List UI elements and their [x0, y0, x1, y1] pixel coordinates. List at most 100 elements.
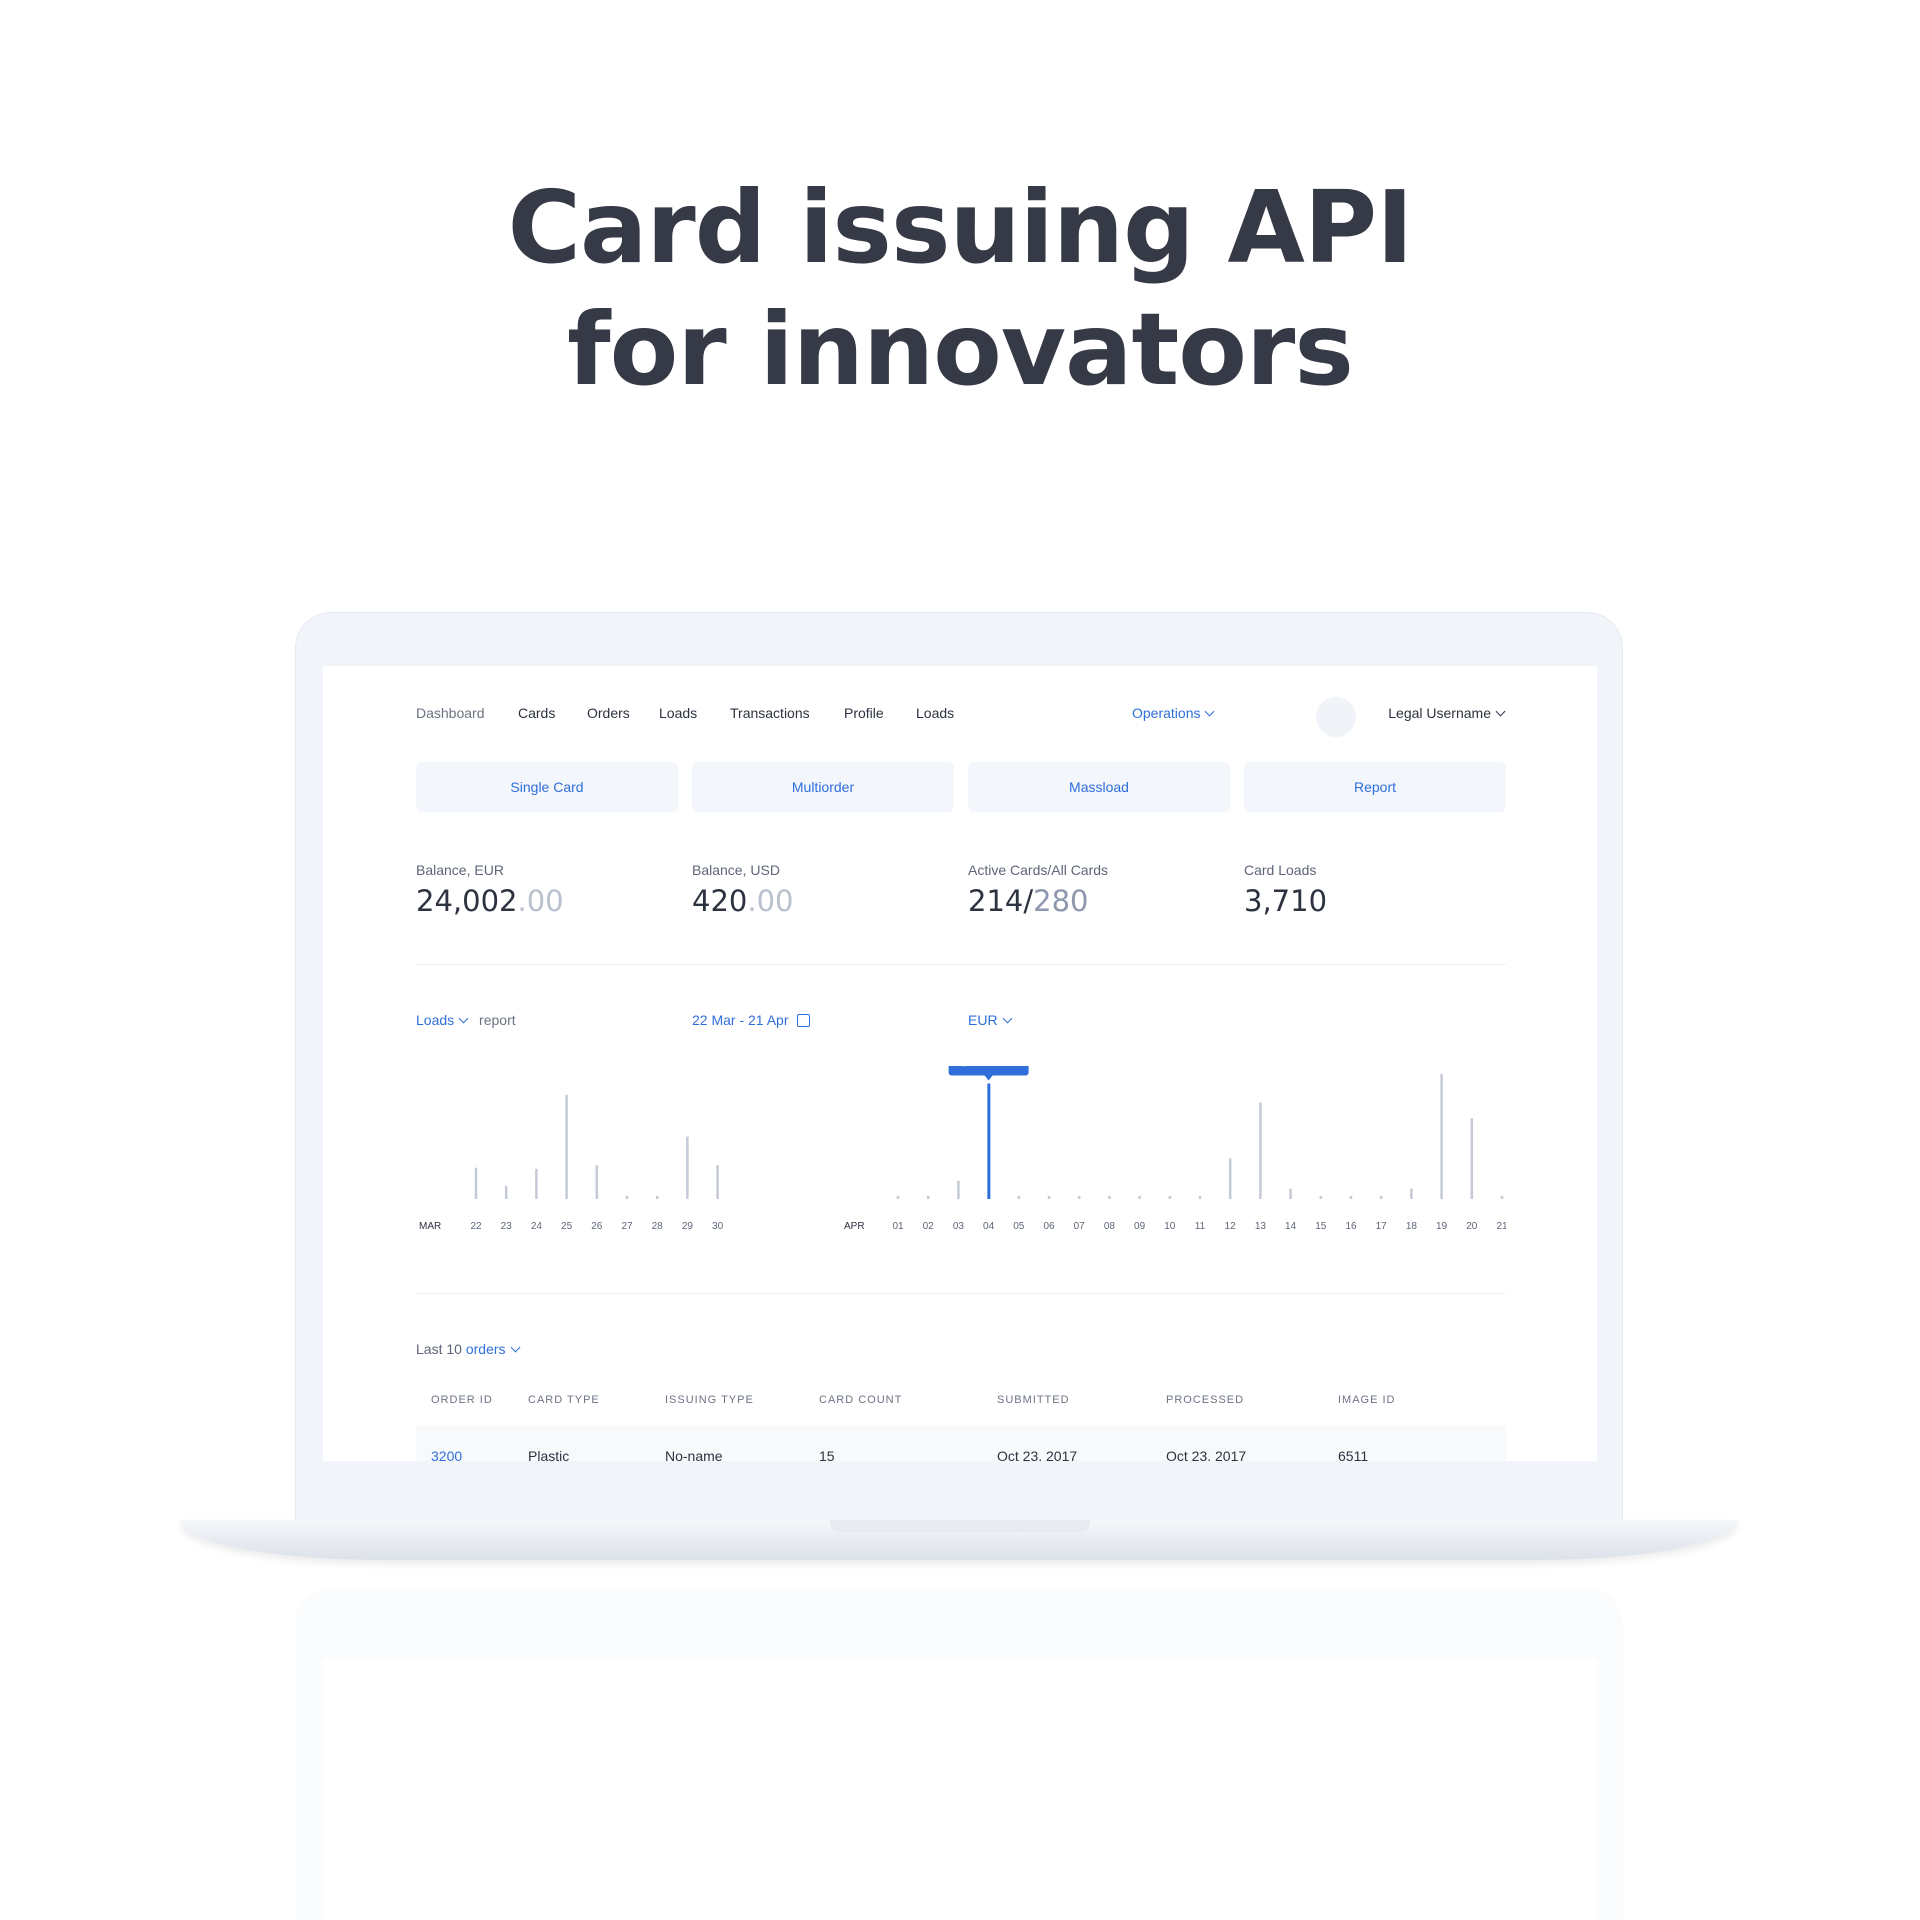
nav-loads[interactable]: Loads [659, 705, 697, 721]
chart-bar[interactable] [1410, 1188, 1413, 1199]
currency-label: EUR [968, 1012, 998, 1028]
chart-bar[interactable] [474, 1167, 478, 1199]
chart-bar[interactable] [1138, 1195, 1141, 1199]
operations-dropdown[interactable]: Operations [1132, 705, 1215, 721]
chart-bar[interactable] [1500, 1195, 1504, 1199]
tick-label: 09 [1134, 1221, 1146, 1232]
chart-bar[interactable] [1259, 1102, 1262, 1199]
chart-bar[interactable] [1047, 1195, 1051, 1199]
nav-transactions[interactable]: Transactions [730, 705, 810, 721]
stat-value: 214/280 [968, 884, 1089, 918]
tick-label: 19 [1436, 1221, 1448, 1232]
tick-label: 01 [892, 1221, 904, 1232]
operations-label: Operations [1132, 705, 1201, 721]
stat-label: Card Loads [1244, 862, 1317, 878]
chart-bar[interactable] [896, 1195, 900, 1199]
tick-label: 17 [1376, 1221, 1388, 1232]
nav-orders[interactable]: Orders [587, 705, 630, 721]
chart-bar[interactable] [1077, 1195, 1081, 1199]
stat-label: Balance, USD [692, 862, 780, 878]
chevron-down-icon [1495, 706, 1506, 717]
orders-dropdown[interactable]: orders [466, 1341, 520, 1357]
month-label: APR [844, 1221, 865, 1232]
month-label: MAR [419, 1221, 441, 1232]
report-button[interactable]: Report [1244, 762, 1506, 812]
chart-bar[interactable] [595, 1165, 599, 1199]
stat-card-loads: Card Loads 3,710 [1244, 862, 1504, 918]
column-header[interactable]: CARD COUNT [819, 1394, 902, 1406]
table-cell: 6511 [1338, 1448, 1369, 1461]
loads-bar-chart: MAR 22 23 24 25 26 27 28 29 30 APR 01 02 03 04 2,217.60… [416, 1066, 1506, 1256]
tick-label: 28 [652, 1221, 664, 1232]
avatar[interactable] [1316, 697, 1356, 737]
tick-label: 21 [1496, 1221, 1506, 1232]
tick-label: 30 [712, 1221, 724, 1232]
chart-bar[interactable] [1289, 1188, 1292, 1199]
chart-bar[interactable] [1108, 1195, 1111, 1199]
tick-label: 13 [1255, 1221, 1267, 1232]
currency-dropdown[interactable]: EUR [968, 1012, 1013, 1028]
chart-bar[interactable] [1379, 1195, 1383, 1199]
column-header[interactable]: ISSUING TYPE [665, 1394, 754, 1406]
column-header[interactable]: ORDER ID [431, 1394, 493, 1406]
chart-bar[interactable] [625, 1195, 629, 1199]
headline-line-2: for innovators [567, 291, 1354, 408]
nav-loads-2[interactable]: Loads [916, 705, 954, 721]
nav-dashboard[interactable]: Dashboard [416, 705, 485, 721]
chart-bar[interactable] [565, 1094, 568, 1199]
chart-bar[interactable] [1168, 1195, 1172, 1199]
column-header[interactable]: IMAGE ID [1338, 1394, 1396, 1406]
chart-bar[interactable] [716, 1165, 719, 1199]
nav-cards[interactable]: Cards [518, 705, 555, 721]
column-header[interactable]: CARD TYPE [528, 1394, 600, 1406]
chart-bar[interactable] [1470, 1118, 1474, 1199]
chart-bar[interactable] [1319, 1195, 1323, 1199]
chart-bar[interactable] [686, 1136, 689, 1200]
action-buttons: Single Card Multiorder Massload Report [416, 762, 1506, 812]
tick-label: 02 [923, 1221, 935, 1232]
tick-label: 18 [1406, 1221, 1418, 1232]
orders-title[interactable]: Last 10 orders [416, 1341, 520, 1357]
chart-bar[interactable] [987, 1083, 991, 1200]
chevron-down-icon [1205, 706, 1215, 717]
chart-bar[interactable] [957, 1180, 960, 1199]
chart-bar[interactable] [535, 1168, 538, 1199]
table-cell: Plastic [528, 1448, 570, 1461]
chart-bar[interactable] [1198, 1195, 1202, 1199]
table-cell: No-name [665, 1448, 723, 1461]
chevron-down-icon [510, 1342, 520, 1353]
chart-bar[interactable] [1228, 1158, 1232, 1199]
column-header[interactable]: SUBMITTED [997, 1394, 1070, 1406]
chart-bar[interactable] [1349, 1195, 1353, 1199]
single-card-button[interactable]: Single Card [416, 762, 678, 812]
dashboard-screen: Dashboard Cards Orders Loads Transaction… [323, 666, 1597, 1461]
headline-line-1: Card issuing API [507, 169, 1414, 286]
stat-label: Active Cards/All Cards [968, 862, 1109, 878]
tick-label: 06 [1043, 1221, 1055, 1232]
chart-bar[interactable] [1017, 1195, 1021, 1199]
tick-label: 23 [501, 1221, 513, 1232]
table-cell: 15 [819, 1448, 835, 1461]
tooltip-label: 2,217.60 EUR [957, 1066, 1020, 1069]
multiorder-button[interactable]: Multiorder [692, 762, 954, 812]
report-type-control[interactable]: Loads report [416, 1012, 516, 1028]
table-cell: Oct 23, 2017 [997, 1448, 1078, 1461]
reflection-screen [323, 1660, 1597, 1920]
chart-bar[interactable] [926, 1195, 930, 1199]
date-range-picker[interactable]: 22 Mar - 21 Apr [692, 1012, 810, 1028]
chart-bar[interactable] [1440, 1074, 1443, 1199]
user-menu[interactable]: Legal Username [1388, 705, 1506, 721]
chart-bar[interactable] [504, 1185, 508, 1199]
column-header[interactable]: PROCESSED [1166, 1394, 1244, 1406]
stat-value: 420.00 [692, 884, 794, 918]
chart-svg: MAR 22 23 24 25 26 27 28 29 30 APR 01 02 03 04 2,217.60… [419, 1066, 1506, 1232]
tooltip-pointer [984, 1075, 993, 1081]
nav-profile[interactable]: Profile [844, 705, 884, 721]
chart-bar[interactable] [655, 1195, 659, 1199]
report-type-dropdown[interactable]: Loads [416, 1012, 469, 1028]
tick-label: 08 [1104, 1221, 1116, 1232]
tick-label: 10 [1164, 1221, 1176, 1232]
order-id-link[interactable]: 3200 [431, 1448, 462, 1461]
tick-label: 04 [983, 1221, 995, 1232]
massload-button[interactable]: Massload [968, 762, 1230, 812]
